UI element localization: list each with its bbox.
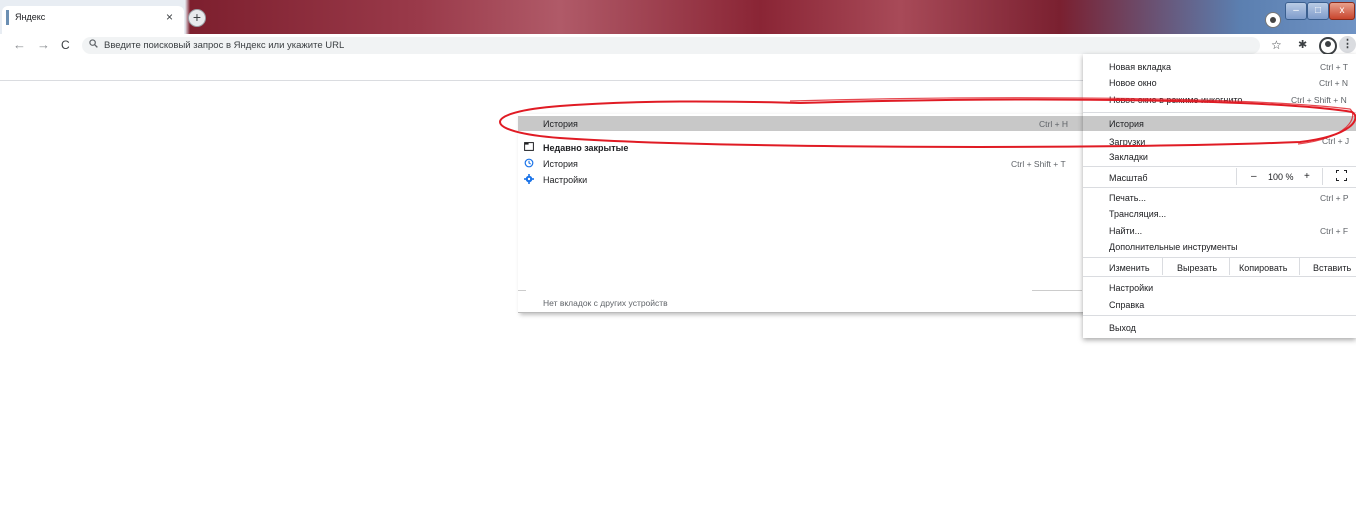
history-header-label: История [543,119,578,129]
close-window-button[interactable]: x [1329,2,1355,20]
zoom-divider [1322,168,1323,185]
tab-favicon-icon [6,10,9,25]
recently-closed-label: Недавно закрытые [543,143,629,153]
zoom-value: 100 % [1268,172,1294,182]
menu-find-label: Найти... [1109,226,1143,236]
submenu-item-history[interactable] [520,157,1080,170]
submenu-history-shortcut: Ctrl + Shift + T [1011,159,1066,169]
new-tab-button[interactable]: + [188,9,206,27]
menu-new-window-label: Новое окно [1109,78,1157,88]
search-icon [89,39,98,51]
menu-separator [1083,276,1356,277]
tab-title: Яндекс [15,12,46,22]
settings-gear-icon [524,174,534,186]
menu-kebab-icon[interactable]: ⋮ [1339,36,1356,53]
edit-cut-label: Вырезать [1177,263,1218,273]
forward-arrow-icon[interactable]: → [37,37,50,52]
reload-icon[interactable]: C [61,38,70,52]
recently-closed-icon [524,142,534,153]
menu-cast-label: Трансляция... [1109,209,1167,219]
minimize-button[interactable]: – [1285,2,1307,20]
extensions-puzzle-icon[interactable]: ✱ [1298,38,1307,51]
menu-separator [1083,315,1356,316]
menu-separator [1083,187,1356,188]
bookmark-star-icon[interactable]: ☆ [1271,38,1282,52]
menu-exit-label: Выход [1109,323,1136,333]
submenu-history-label: История [543,159,578,169]
menu-new-tab-shortcut: Ctrl + T [1320,62,1348,72]
menu-zoom-label: Масштаб [1109,173,1148,183]
submenu-separator [518,290,526,291]
menu-history-label: История [1109,119,1144,129]
menu-downloads-label: Загрузки [1109,137,1146,147]
zoom-out-button[interactable]: – [1251,171,1257,182]
submenu-separator [1032,290,1082,291]
menu-print-shortcut: Ctrl + P [1320,193,1349,203]
menu-incognito-shortcut: Ctrl + Shift + N [1291,95,1347,105]
edit-copy-label: Копировать [1239,263,1288,273]
menu-find-shortcut: Ctrl + F [1320,226,1349,236]
back-arrow-icon[interactable]: ← [13,37,26,52]
account-icon[interactable] [1319,37,1337,55]
submenu-item-settings[interactable] [520,173,1080,186]
profile-icon[interactable] [1265,12,1281,28]
zoom-in-button[interactable]: + [1304,171,1310,182]
menu-bookmarks-label: Закладки [1109,152,1148,162]
fullscreen-icon-mask [1334,173,1349,178]
menu-separator [1083,166,1356,167]
address-bar-placeholder[interactable]: Введите поисковый запрос в Яндекс или ук… [104,40,344,51]
menu-more-tools-label: Дополнительные инструменты [1109,242,1238,252]
menu-new-window-shortcut: Ctrl + N [1319,78,1349,88]
menu-settings-label: Настройки [1109,283,1154,293]
no-other-devices-text: Нет вкладок с других устройств [543,298,668,308]
maximize-button[interactable]: □ [1307,2,1329,20]
history-submenu-header[interactable] [518,116,1083,131]
menu-new-tab-label: Новая вкладка [1109,62,1172,72]
zoom-divider [1236,168,1237,185]
history-icon [524,158,534,170]
menu-incognito-label: Новое окно в режиме инкогнито [1109,95,1243,105]
menu-downloads-shortcut: Ctrl + J [1322,136,1350,146]
tab-close-icon[interactable]: × [166,10,173,24]
history-header-shortcut: Ctrl + H [1039,119,1069,129]
menu-separator [1083,112,1356,113]
menu-print-label: Печать... [1109,193,1146,203]
edit-paste-label: Вставить [1313,263,1352,273]
content-divider [0,80,1083,81]
menu-edit-label: Изменить [1109,263,1150,273]
submenu-settings-label: Настройки [543,175,588,185]
menu-help-label: Справка [1109,300,1145,310]
